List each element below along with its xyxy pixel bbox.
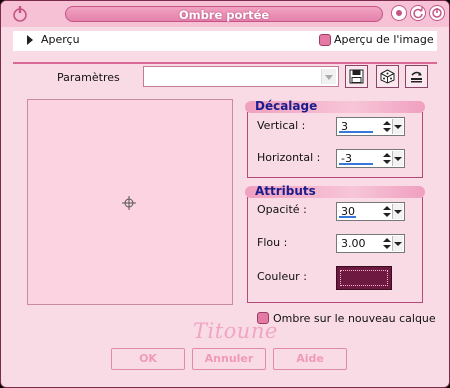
opacite-spin-arrows[interactable] — [382, 204, 392, 219]
horizontal-spinbox[interactable]: -3 — [336, 149, 405, 168]
horizontal-slider-bar — [339, 163, 373, 165]
params-label: Paramètres — [57, 71, 120, 84]
signature-watermark: Titoune — [193, 319, 278, 343]
preview-label[interactable]: Aperçu — [41, 33, 80, 46]
ok-button[interactable]: OK — [111, 348, 185, 370]
flou-label: Flou : — [257, 236, 288, 249]
vertical-slider-bar — [339, 131, 373, 133]
reset-icon[interactable] — [410, 5, 426, 21]
opacite-label: Opacité : — [257, 203, 307, 216]
vertical-label: Vertical : — [257, 119, 306, 132]
floppy-disk-icon — [349, 69, 364, 84]
close-icon[interactable] — [429, 5, 445, 21]
decalage-title: Décalage — [255, 99, 318, 113]
system-menu-icon[interactable] — [11, 5, 29, 23]
new-layer-label[interactable]: Ombre sur le nouveau calque — [273, 312, 436, 325]
horizontal-dropdown-icon[interactable] — [392, 151, 403, 166]
dialog-window: Ombre portée Aperçu Aperçu de l'image Pa… — [0, 0, 450, 388]
image-preview-checkbox[interactable] — [319, 34, 331, 46]
help-button[interactable]: Aide — [273, 348, 347, 370]
random-preset-button[interactable] — [376, 65, 399, 88]
reset-preset-button[interactable] — [405, 65, 428, 88]
image-preview-label[interactable]: Aperçu de l'image — [334, 33, 434, 46]
help-circle-icon[interactable] — [391, 5, 407, 21]
expand-chevron-icon[interactable] — [27, 35, 33, 45]
window-title: Ombre portée — [178, 8, 270, 22]
attributs-title: Attributs — [255, 184, 316, 198]
save-preset-button[interactable] — [345, 65, 368, 88]
vertical-dropdown-icon[interactable] — [392, 119, 403, 134]
divider — [13, 62, 437, 64]
dice-icon — [380, 69, 395, 84]
vertical-spin-arrows[interactable] — [382, 119, 392, 134]
flou-value[interactable]: 3.00 — [341, 237, 366, 250]
color-swatch[interactable] — [336, 266, 392, 290]
opacite-slider-bar — [339, 216, 356, 218]
chevron-down-icon[interactable] — [321, 69, 336, 84]
horizontal-spin-arrows[interactable] — [382, 151, 392, 166]
flou-dropdown-icon[interactable] — [392, 236, 403, 251]
preview-toggle-row: Aperçu Aperçu de l'image — [13, 31, 437, 51]
crosshair-icon — [122, 196, 136, 213]
title-pill: Ombre portée — [65, 6, 383, 22]
title-bar[interactable]: Ombre portée — [1, 1, 449, 27]
params-dropdown[interactable] — [143, 66, 339, 87]
vertical-spinbox[interactable]: 3 — [336, 117, 405, 136]
opacite-dropdown-icon[interactable] — [392, 204, 403, 219]
cancel-button[interactable]: Annuler — [192, 348, 266, 370]
flou-spinbox[interactable]: 3.00 — [336, 234, 405, 253]
horizontal-label: Horizontal : — [257, 151, 321, 164]
couleur-label: Couleur : — [257, 270, 307, 283]
flou-spin-arrows[interactable] — [382, 236, 392, 251]
opacite-spinbox[interactable]: 30 — [336, 202, 405, 221]
undo-arrow-icon — [411, 71, 422, 83]
